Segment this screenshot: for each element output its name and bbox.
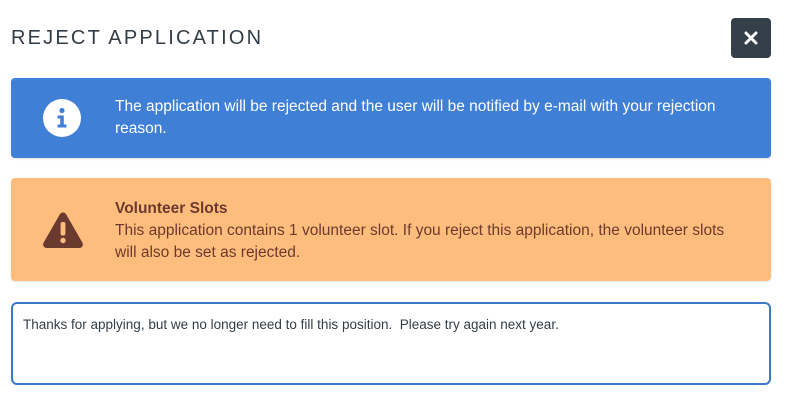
warning-alert-content: Volunteer Slots This application contain…	[115, 198, 747, 264]
reject-application-modal: REJECT APPLICATION The application will …	[0, 0, 790, 395]
close-button[interactable]	[731, 18, 771, 58]
warning-alert-message: This application contains 1 volunteer sl…	[115, 222, 725, 261]
warning-icon	[43, 212, 83, 248]
modal-title: REJECT APPLICATION	[11, 27, 264, 49]
rejection-reason-textarea[interactable]: Thanks for applying, but we no longer ne…	[11, 302, 771, 385]
warning-alert: Volunteer Slots This application contain…	[11, 178, 771, 281]
info-alert-message: The application will be rejected and the…	[115, 98, 716, 137]
close-icon	[744, 31, 758, 45]
warning-alert-heading: Volunteer Slots	[115, 200, 228, 217]
info-icon	[43, 99, 81, 137]
info-alert: The application will be rejected and the…	[11, 78, 771, 158]
